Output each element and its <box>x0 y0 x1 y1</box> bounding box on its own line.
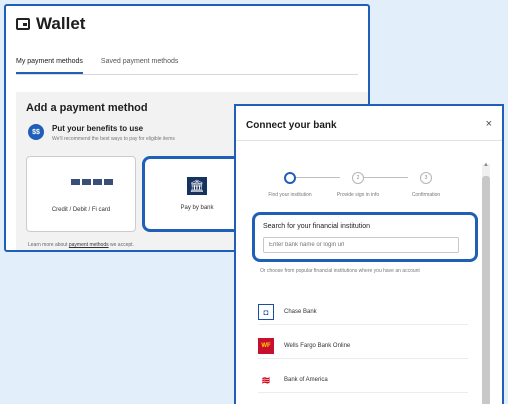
benefit-subtitle: We'll recommend the best ways to pay for… <box>52 136 175 142</box>
step-1-dot <box>284 172 296 184</box>
step-2-dot: 2 <box>352 172 364 184</box>
step-2-label: Provide sign in info <box>336 192 380 198</box>
modal-divider <box>236 140 502 141</box>
bank-of-america-logo-icon: ≋ <box>261 374 271 387</box>
wallet-icon <box>16 18 30 30</box>
credit-debit-card-option[interactable]: Credit / Debit / Fi card <box>26 156 136 232</box>
step-1-label: Find your institution <box>268 192 312 198</box>
benefit-title: Put your benefits to use <box>52 124 144 133</box>
step-3-label: Confirmation <box>411 192 441 198</box>
institution-search-input[interactable] <box>263 237 459 253</box>
close-icon[interactable]: × <box>486 118 492 130</box>
step-connector <box>364 177 408 178</box>
chase-logo-icon: ◘ <box>258 304 274 320</box>
scroll-up-icon[interactable]: ▲ <box>483 162 489 168</box>
bank-option-chase[interactable]: ◘ Chase Bank <box>258 300 468 325</box>
bank-name: Wells Fargo Bank Online <box>284 343 351 349</box>
modal-title: Connect your bank <box>246 120 337 131</box>
tab-saved-payment-methods[interactable]: Saved payment methods <box>101 52 178 74</box>
add-payment-title: Add a payment method <box>26 102 148 114</box>
bank-option-bank-of-america[interactable]: ≋ Bank of America <box>258 368 468 393</box>
search-label: Search for your financial institution <box>263 223 370 230</box>
wallet-tabs: My payment methods Saved payment methods <box>16 52 358 75</box>
popular-institutions-note: Or choose from popular financial institu… <box>260 268 420 274</box>
tab-my-payment-methods[interactable]: My payment methods <box>16 52 83 74</box>
progress-stepper: 2 3 Find your institution Provide sign i… <box>260 172 460 202</box>
credit-debit-label: Credit / Debit / Fi card <box>51 207 111 213</box>
credit-card-icon <box>71 179 113 185</box>
search-section: Search for your financial institution <box>252 212 478 262</box>
bank-building-icon: 🏛 <box>187 177 207 195</box>
wallet-header: Wallet <box>16 14 85 34</box>
benefit-icon: $$ <box>28 124 44 140</box>
bank-name: Chase Bank <box>284 309 317 315</box>
step-connector <box>296 177 340 178</box>
bank-name: Bank of America <box>284 377 328 383</box>
bank-option-wells-fargo[interactable]: WF Wells Fargo Bank Online <box>258 334 468 359</box>
payment-methods-link[interactable]: payment methods <box>69 242 109 248</box>
learn-more-text: Learn more about payment methods we acce… <box>28 242 134 248</box>
connect-bank-modal: Connect your bank × 2 3 Find your instit… <box>234 104 504 404</box>
wells-fargo-logo-icon: WF <box>258 338 274 354</box>
step-3-dot: 3 <box>420 172 432 184</box>
scrollbar-thumb[interactable] <box>482 176 490 404</box>
wallet-title: Wallet <box>36 14 86 33</box>
